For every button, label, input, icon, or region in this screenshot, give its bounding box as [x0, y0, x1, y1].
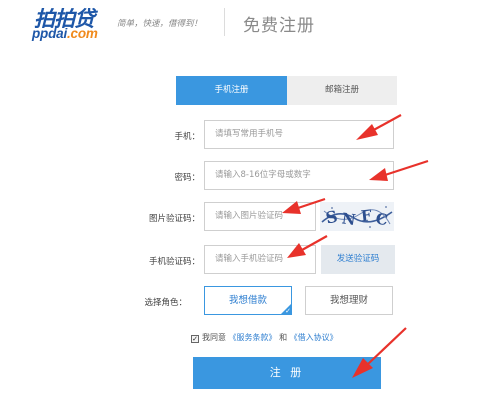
check-icon: ✓ [285, 307, 291, 315]
terms-link[interactable]: 《服务条款》 [229, 333, 277, 342]
sms-code-input[interactable]: 请输入手机验证码 [204, 245, 316, 274]
image-code-input[interactable]: 请输入图片验证码 [204, 202, 316, 231]
captcha-graphic: S N F C [320, 202, 394, 231]
role-borrow-label: 我想借款 [228, 295, 267, 306]
agreement-prefix: 我同意 [202, 333, 226, 342]
register-tabs: 手机注册 邮箱注册 [176, 76, 397, 105]
image-code-label: 图片验证码： [148, 214, 200, 224]
role-invest-button[interactable]: 我想理财 [305, 286, 393, 315]
logo-domain-suffix: .com [67, 26, 98, 41]
header-divider [224, 8, 225, 36]
phone-input[interactable]: 请填写常用手机号 [204, 120, 394, 149]
phone-label: 手机： [174, 132, 200, 142]
captcha-letter: N [341, 209, 357, 229]
role-label: 选择角色： [144, 298, 187, 308]
slogan: 简单，快速，借得到！ [117, 19, 203, 29]
tab-phone-register[interactable]: 手机注册 [176, 76, 287, 105]
password-input[interactable]: 请输入8-16位字母或数字 [204, 161, 394, 190]
role-borrow-button[interactable]: 我想借款 ✓ [204, 286, 292, 315]
register-page: 拍拍贷 ppdai.com 简单，快速，借得到！ 免费注册 手机注册 邮箱注册 … [0, 0, 480, 400]
password-label: 密码： [174, 173, 200, 183]
tab-email-register[interactable]: 邮箱注册 [287, 76, 397, 105]
sms-code-label: 手机验证码： [148, 257, 200, 267]
agreement-checkbox[interactable]: ✓ [191, 335, 199, 343]
send-sms-code-button[interactable]: 发送验证码 [321, 245, 395, 274]
captcha-image[interactable]: S N F C [320, 202, 394, 231]
header: 拍拍贷 ppdai.com 简单，快速，借得到！ 免费注册 [0, 0, 480, 44]
register-submit-button[interactable]: 注 册 [193, 357, 381, 389]
logo-domain-main: ppdai [32, 26, 67, 41]
page-title: 免费注册 [243, 16, 315, 36]
agreement-and: 和 [279, 333, 288, 342]
agreement-row: ✓ 我同意 《服务条款》 和 《借入协议》 [191, 332, 338, 344]
loan-agreement-link[interactable]: 《借入协议》 [290, 333, 338, 342]
logo-domain[interactable]: ppdai.com [32, 26, 98, 41]
